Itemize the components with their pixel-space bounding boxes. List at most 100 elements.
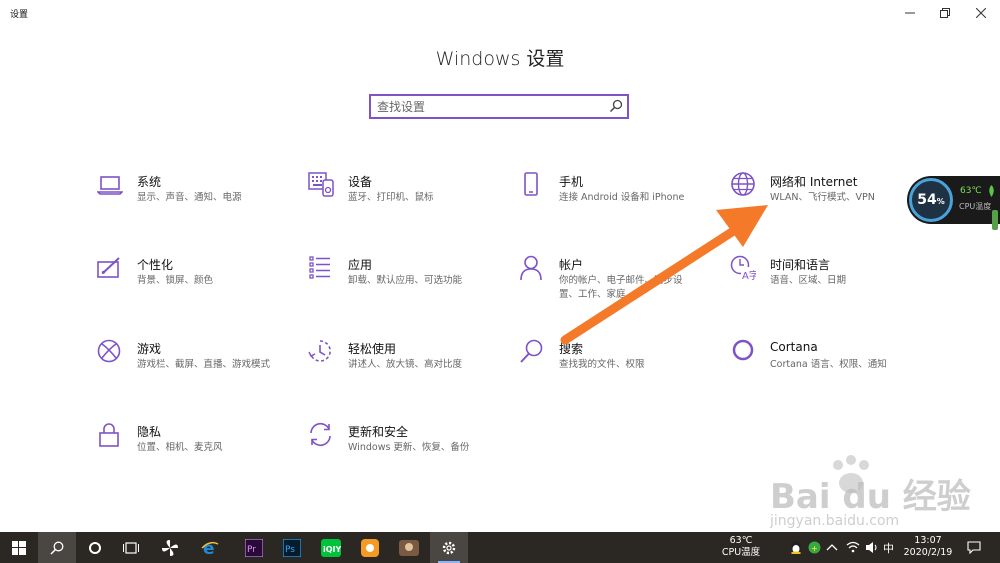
category-title: 应用 — [348, 258, 373, 272]
category-ease-of-access[interactable]: 轻松使用 讲述人、放大镜、高对比度 — [308, 339, 508, 389]
subtitle-line: 你的帐户、电子邮件、同步设 — [559, 275, 683, 286]
clock-time: 13:07 — [914, 535, 942, 546]
task-view-button[interactable] — [112, 532, 150, 563]
title-bar: 设置 — [0, 0, 1000, 30]
photoshop-icon: Ps — [283, 538, 301, 557]
category-title: 设备 — [348, 175, 373, 189]
pinwheel-icon — [162, 539, 178, 556]
start-icon — [12, 540, 26, 555]
category-title: 游戏 — [137, 342, 162, 356]
category-system[interactable]: 系统 显示、声音、通知、电源 — [97, 172, 297, 222]
lock-icon — [99, 423, 119, 447]
category-apps[interactable]: 应用 卸载、默认应用、可选功能 — [308, 255, 508, 305]
svg-text:iQIY: iQIY — [323, 545, 341, 554]
search-icon[interactable] — [609, 99, 623, 113]
watermark-main-text: Bai du 经验 — [770, 477, 971, 517]
taskbar-app-photoshop[interactable]: Ps — [273, 532, 311, 563]
app-orange-icon — [361, 538, 379, 557]
taskbar-app-game[interactable] — [390, 532, 428, 563]
minimize-icon — [905, 12, 915, 14]
taskbar-app-orange[interactable] — [351, 532, 389, 563]
leaf-icon — [989, 185, 994, 197]
category-subtitle: 讲述人、放大镜、高对比度 — [348, 359, 463, 370]
taskbar-app-ie[interactable]: e — [191, 532, 229, 563]
category-title: 个性化 — [137, 258, 174, 272]
game-icon — [399, 539, 419, 556]
category-search[interactable]: 搜索 查找我的文件、权限 — [519, 339, 719, 389]
clock-date: 2020/2/19 — [903, 547, 953, 558]
tray-cpu-temp[interactable]: 63℃ CPU温度 — [716, 535, 766, 559]
svg-text:A字: A字 — [742, 269, 756, 281]
category-title: 更新和安全 — [348, 425, 409, 439]
restore-icon — [940, 8, 950, 18]
category-subtitle: WLAN、飞行模式、VPN — [770, 192, 875, 203]
cortana-button[interactable] — [76, 532, 114, 563]
cpu-usage-ring: 54% — [909, 178, 953, 222]
clock[interactable]: 13:07 2020/2/19 — [900, 535, 956, 559]
cortana-icon — [89, 541, 101, 554]
category-update-security[interactable]: 更新和安全 Windows 更新、恢复、备份 — [308, 422, 508, 472]
settings-icon — [442, 541, 456, 554]
person-icon — [520, 255, 542, 281]
category-accounts[interactable]: 帐户 你的帐户、电子邮件、同步设 置、工作、家庭 — [519, 255, 719, 305]
category-subtitle: 背景、锁屏、颜色 — [137, 275, 214, 286]
search-input[interactable] — [377, 96, 599, 117]
category-personalization[interactable]: 个性化 背景、锁屏、颜色 — [97, 255, 297, 305]
taskbar-app-settings[interactable] — [430, 532, 468, 563]
category-devices[interactable]: 设备 蓝牙、打印机、鼠标 — [308, 172, 508, 222]
minimize-button[interactable] — [891, 0, 929, 26]
category-privacy[interactable]: 隐私 位置、相机、麦克风 — [97, 422, 297, 472]
category-title: 网络和 Internet — [770, 175, 858, 189]
category-time-language[interactable]: A字 时间和语言 语音、区域、日期 — [730, 255, 930, 305]
wifi-icon[interactable] — [846, 541, 860, 553]
category-phone[interactable]: 手机 连接 Android 设备和 iPhone — [519, 172, 719, 222]
maximize-button[interactable] — [926, 0, 964, 26]
laptop-icon — [97, 176, 123, 195]
close-button[interactable] — [962, 0, 1000, 26]
chevron-up-icon[interactable] — [826, 542, 838, 552]
baidu-jingyan-watermark: Bai du 经验 jingyan.baidu.com — [760, 455, 990, 535]
category-network[interactable]: 网络和 Internet WLAN、飞行模式、VPN — [730, 172, 930, 222]
category-subtitle: 显示、声音、通知、电源 — [137, 192, 242, 203]
volume-icon[interactable] — [865, 541, 879, 554]
category-title: 系统 — [137, 175, 162, 189]
taskbar-search-button[interactable] — [38, 532, 76, 563]
qq-penguin-icon[interactable] — [789, 540, 803, 554]
premiere-icon: Pr — [245, 538, 263, 557]
cpu-usage-value: 54% — [917, 192, 945, 208]
category-subtitle: 蓝牙、打印机、鼠标 — [348, 192, 434, 203]
widget-edge-handle[interactable] — [992, 210, 998, 230]
edge-icon: e — [201, 539, 219, 557]
category-subtitle: 卸载、默认应用、可选功能 — [348, 275, 463, 286]
security-icon[interactable]: + — [808, 541, 821, 554]
category-subtitle: 位置、相机、麦克风 — [137, 442, 223, 453]
notification-icon[interactable] — [967, 541, 981, 554]
svg-text:+: + — [811, 544, 818, 553]
category-title: 帐户 — [559, 258, 584, 272]
category-subtitle: 语音、区域、日期 — [770, 275, 847, 286]
iqiyi-icon: iQIY — [321, 538, 341, 557]
category-title: 轻松使用 — [348, 342, 397, 356]
category-title: 搜索 — [559, 342, 584, 356]
category-subtitle: Windows 更新、恢复、备份 — [348, 442, 470, 453]
settings-search-box[interactable] — [369, 94, 629, 119]
page-title: Windows 设置 — [435, 48, 565, 70]
taskbar: e Pr Ps iQIY 63℃ CPU温度 + 中 13:07 2020/2/… — [0, 532, 1000, 563]
taskbar-app-premiere[interactable]: Pr — [235, 532, 273, 563]
category-title: Cortana — [770, 340, 818, 354]
ime-indicator[interactable]: 中 — [883, 540, 894, 556]
category-gaming[interactable]: 游戏 游戏栏、截屏、直播、游戏模式 — [97, 339, 297, 389]
keyboard-icon — [308, 172, 334, 197]
category-subtitle: 查找我的文件、权限 — [559, 359, 645, 370]
xbox-icon — [97, 339, 121, 363]
update-icon — [310, 422, 331, 447]
start-button[interactable] — [0, 532, 38, 563]
category-subtitle: 你的帐户、电子邮件、同步设 置、工作、家庭 — [559, 274, 683, 302]
taskbar-app-pinwheel[interactable] — [151, 532, 189, 563]
category-title: 手机 — [559, 175, 584, 189]
cpu-monitor-widget[interactable]: 54% 63℃ CPU温度 — [907, 176, 1000, 224]
search-icon — [520, 339, 543, 363]
time-language-icon: A字 — [730, 255, 756, 281]
category-cortana[interactable]: Cortana Cortana 语言、权限、通知 — [730, 339, 930, 389]
taskbar-app-iqiyi[interactable]: iQIY — [312, 532, 350, 563]
